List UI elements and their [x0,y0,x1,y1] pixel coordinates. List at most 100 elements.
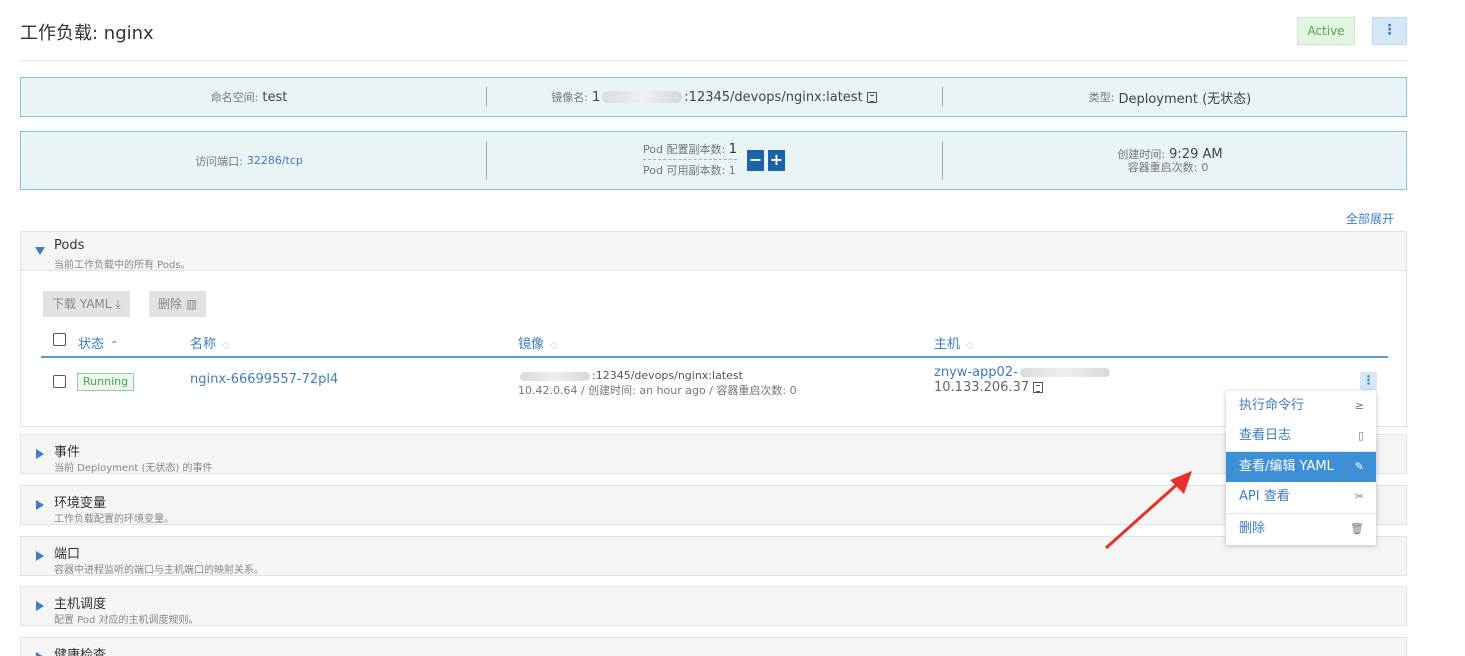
collapse-icon [35,247,45,255]
column-header-label: 镜像 [518,337,545,352]
image-prefix: 1 [592,89,601,105]
expand-icon [36,449,44,459]
host-name-value: znyw-app02- [934,365,1018,380]
created-stack: 创建时间: 9:29 AM 容器重启次数: 0 [1117,148,1222,174]
redacted-blur [520,371,590,381]
page-title: 工作负载: nginx [20,23,154,44]
scale-up-button[interactable]: + [767,150,785,171]
copy-icon[interactable] [1033,382,1044,393]
copy-icon[interactable] [866,91,877,103]
host-name-link[interactable]: znyw-app02- [934,365,1112,380]
terminal-icon: ≥ [1354,399,1364,412]
row-actions-button[interactable]: ⋮ [1360,372,1377,390]
section-title: Pods [54,238,85,253]
section-subtitle: 容器中进程监听的端口与主机端口的映射关系。 [54,565,264,576]
scale-control: Pod 配置副本数: 1 Pod 可用副本数: 1 − + [643,142,785,179]
menu-item-logs[interactable]: 查看日志 ▯ [1226,421,1376,451]
download-yaml-button[interactable]: 下载 YAML ⤓ [43,291,130,317]
port-label: 访问端口: [195,154,243,168]
trash-icon: 🗑 [1350,522,1364,535]
section-title: 端口 [54,547,81,562]
file-icon: ▯ [1357,429,1364,442]
menu-item-delete[interactable]: 删除 🗑 [1226,514,1376,544]
menu-item-label: 删除 [1239,521,1266,536]
sort-icon: ◇ [550,340,558,351]
download-icon: ⤓ [115,297,121,311]
type-value: Deployment (无状态) [1118,91,1252,107]
redacted-blur [1019,368,1110,377]
expand-icon [36,500,44,510]
sort-icon: ⌃ [110,340,119,351]
trash-icon: ▥ [185,297,198,311]
column-header-host[interactable]: 主机 ◇ [934,333,974,352]
host-ip: 10.133.206.37 [934,380,1044,395]
configured-replicas: Pod 配置副本数: 1 [643,142,737,160]
menu-item-label: 查看日志 [1239,428,1292,443]
section-subtitle: 当前工作负载中的所有 Pods。 [54,260,191,271]
pod-state-badge: Running [77,373,135,391]
section-subtitle: 工作负载配置的环境变量。 [54,514,174,525]
sort-icon: ◇ [222,340,230,351]
select-all-checkbox[interactable] [53,333,66,346]
section-subtitle: 当前 Deployment (无状态) 的事件 [54,463,213,474]
host-ip-value: 10.133.206.37 [934,380,1030,395]
pod-image: :12345/devops/nginx:latest [518,369,743,382]
namespace-cell: 命名空间: test [21,78,477,116]
menu-item-api-view[interactable]: API 查看 ✂ [1226,482,1376,512]
scheduling-section-header[interactable]: 主机调度 配置 Pod 对应的主机调度规则。 [20,586,1407,626]
workload-info-row2: 访问端口: 32286/tcp Pod 配置副本数: 1 Pod 可用副本数: … [20,131,1407,190]
delete-label: 删除 [158,297,183,311]
pod-image-value: :12345/devops/nginx:latest [592,369,743,382]
available-replicas: Pod 可用副本数: 1 [643,163,737,179]
scale-down-button[interactable]: − [746,150,764,171]
configured-replicas-label: Pod 配置副本数: [643,143,726,156]
port-link[interactable]: 32286/tcp [247,154,303,167]
image-cell: 镜像名: 1 :12345/devops/nginx:latest [486,78,942,116]
section-title: 健康检查 [54,648,107,656]
pods-section-header[interactable]: Pods 当前工作负载中的所有 Pods。 [20,231,1407,271]
delete-button[interactable]: 删除 ▥ [149,291,207,317]
created-value: 9:29 AM [1169,146,1223,162]
image-label: 镜像名: [551,91,589,104]
pod-image-detail: 10.42.0.64 / 创建时间: an hour ago / 容器重启次数:… [518,384,797,397]
section-title: 环境变量 [54,496,107,511]
restarts-value: 0 [1201,160,1209,174]
menu-item-label: 执行命令行 [1239,398,1305,413]
menu-item-label: API 查看 [1239,489,1290,504]
table-header-divider [41,356,1388,358]
column-header-label: 名称 [190,337,217,352]
restarts-label: 容器重启次数: [1127,160,1198,174]
configured-replicas-value: 1 [728,142,737,157]
status-badge: Active [1297,17,1355,45]
available-replicas-value: 1 [728,164,736,177]
column-header-name[interactable]: 名称 ◇ [190,333,230,352]
menu-item-shell[interactable]: 执行命令行 ≥ [1226,391,1376,421]
scale-cell: Pod 配置副本数: 1 Pod 可用副本数: 1 − + [486,132,942,189]
redacted-blur [602,91,683,103]
expand-icon [36,652,44,656]
column-header-image[interactable]: 镜像 ◇ [518,333,558,352]
annotation-arrow-icon [1104,471,1192,550]
pods-table-panel: 下载 YAML ⤓ 删除 ▥ 状态 ⌃ 名称 ◇ 镜像 ◇ 主机 ◇ Running n… [20,271,1407,427]
menu-item-edit-yaml[interactable]: 查看/编辑 YAML ✎ [1226,452,1376,482]
workload-actions-button[interactable]: ⋮ [1372,17,1407,45]
image-value: :12345/devops/nginx:latest [684,89,863,105]
expand-icon [36,601,44,611]
column-header-label: 状态 [78,337,105,352]
row-checkbox[interactable] [53,375,66,388]
available-replicas-label: Pod 可用副本数: [643,164,726,177]
pod-context-menu: 执行命令行 ≥ 查看日志 ▯ 查看/编辑 YAML ✎ API 查看 ✂ 删除 … [1226,391,1376,545]
pencil-icon: ✎ [1354,460,1364,473]
column-header-label: 主机 [934,337,961,352]
created-cell: 创建时间: 9:29 AM 容器重启次数: 0 [942,132,1398,189]
expand-all-link[interactable]: 全部展开 [1346,210,1394,227]
sort-icon: ◇ [966,340,974,351]
namespace-label: 命名空间: [210,91,259,104]
scale-labels: Pod 配置副本数: 1 Pod 可用副本数: 1 [643,142,737,179]
type-label: 类型: [1088,91,1115,104]
column-header-state[interactable]: 状态 ⌃ [78,333,118,352]
pod-name-link[interactable]: nginx-66699557-72pl4 [190,372,338,387]
section-title: 主机调度 [54,597,107,612]
section-subtitle: 配置 Pod 对应的主机调度规则。 [54,615,199,626]
health-check-section-header[interactable]: 健康检查 [20,637,1407,656]
